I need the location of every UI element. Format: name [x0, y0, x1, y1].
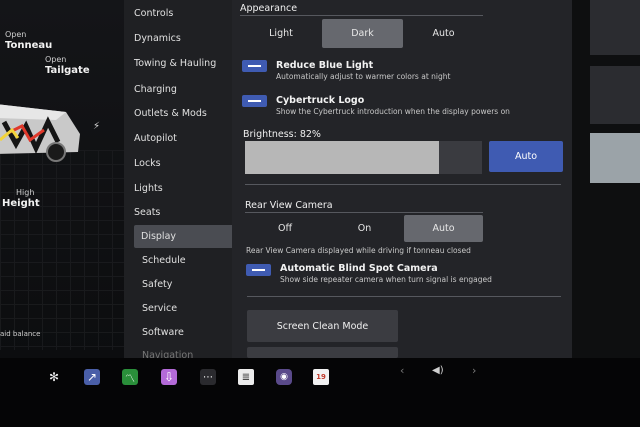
cybertruck-logo-desc: Show the Cybertruck introduction when th…: [276, 107, 510, 116]
menu-item-lights[interactable]: Lights: [134, 183, 163, 194]
brightness-auto-button[interactable]: Auto: [489, 141, 563, 172]
divider: [245, 212, 483, 213]
camera-icon[interactable]: ◉: [276, 369, 292, 385]
rear-camera-title: Rear View Camera: [245, 200, 333, 211]
rear-camera-on-option[interactable]: On: [325, 215, 404, 242]
divider: [240, 15, 483, 16]
right-panel-card: [590, 66, 640, 124]
autopilot-icon[interactable]: ↗: [84, 369, 100, 385]
cybertruck-logo-toggle[interactable]: [242, 95, 267, 107]
menu-item-safety[interactable]: Safety: [142, 279, 172, 290]
vehicle-panel: Open Tonneau Open Tailgate ⚡ High Height…: [0, 0, 124, 358]
chevron-right-icon[interactable]: ›: [472, 364, 476, 377]
menu-item-software[interactable]: Software: [142, 327, 184, 338]
divider: [247, 296, 561, 297]
calendar-icon[interactable]: 19: [313, 369, 329, 385]
brightness-label: Brightness: 82%: [243, 129, 321, 140]
rear-camera-auto-option[interactable]: Auto: [404, 215, 483, 242]
toybox-icon[interactable]: ⇩: [161, 369, 177, 385]
reduce-blue-light-desc: Automatically adjust to warmer colors at…: [276, 72, 451, 81]
tonneau-button[interactable]: Tonneau: [5, 40, 52, 51]
reduce-blue-light-toggle[interactable]: [242, 60, 267, 72]
cybertruck-image: [0, 104, 80, 162]
appearance-dark-option[interactable]: Dark: [322, 19, 403, 48]
screen-clean-mode-button[interactable]: Screen Clean Mode: [247, 310, 398, 342]
height-button[interactable]: Height: [2, 198, 40, 209]
tailgate-button[interactable]: Tailgate: [45, 65, 90, 76]
partial-button[interactable]: [247, 347, 398, 358]
chevron-left-icon[interactable]: ‹: [400, 364, 404, 377]
blind-spot-title: Automatic Blind Spot Camera: [280, 263, 438, 274]
brightness-slider[interactable]: [245, 141, 482, 174]
right-panel-card: [590, 0, 640, 55]
display-settings-panel: [232, 0, 572, 358]
menu-item-seats[interactable]: Seats: [134, 207, 160, 218]
menu-item-charging[interactable]: Charging: [134, 84, 177, 95]
menu-item-autopilot[interactable]: Autopilot: [134, 133, 177, 144]
settings-menu: Controls Dynamics Towing & Hauling Charg…: [124, 0, 242, 361]
menu-item-outlets[interactable]: Outlets & Mods: [134, 108, 207, 119]
balance-text: aid balance: [0, 330, 41, 338]
charge-port-icon[interactable]: ⚡: [93, 121, 100, 132]
appearance-auto-option[interactable]: Auto: [403, 19, 484, 48]
more-apps-icon[interactable]: ⋯: [200, 369, 216, 385]
menu-item-controls[interactable]: Controls: [134, 8, 173, 19]
tailgate-status: Open: [45, 55, 67, 64]
appearance-selector: Light Dark Auto: [240, 19, 484, 48]
menu-item-locks[interactable]: Locks: [134, 158, 161, 169]
blind-spot-toggle[interactable]: [246, 264, 271, 276]
blind-spot-desc: Show side repeater camera when turn sign…: [280, 275, 492, 284]
reduce-blue-light-title: Reduce Blue Light: [276, 60, 374, 71]
menu-item-service[interactable]: Service: [142, 303, 177, 314]
menu-item-schedule[interactable]: Schedule: [142, 255, 186, 266]
menu-item-dynamics[interactable]: Dynamics: [134, 33, 181, 44]
right-panel-card: [590, 133, 640, 183]
floor-grid: [0, 150, 124, 350]
rear-camera-off-option[interactable]: Off: [245, 215, 325, 242]
cybertruck-logo-title: Cybertruck Logo: [276, 95, 365, 106]
energy-chart-icon[interactable]: 〽: [122, 369, 138, 385]
manual-icon[interactable]: ≣: [238, 369, 254, 385]
appearance-title: Appearance: [240, 3, 298, 14]
menu-item-display[interactable]: Display: [134, 225, 234, 248]
rear-camera-desc: Rear View Camera displayed while driving…: [246, 246, 471, 255]
brightness-fill: [245, 141, 440, 174]
right-panel: [572, 0, 640, 358]
menu-item-towing[interactable]: Towing & Hauling: [134, 58, 216, 69]
volume-icon[interactable]: ◀): [432, 365, 444, 376]
fan-icon[interactable]: ✻: [46, 369, 62, 385]
appearance-light-option[interactable]: Light: [240, 19, 322, 48]
screen: Open Tonneau Open Tailgate ⚡ High Height…: [0, 0, 640, 427]
divider: [245, 184, 561, 185]
height-status: High: [16, 188, 35, 197]
tonneau-status: Open: [5, 30, 27, 39]
rear-camera-selector: Off On Auto: [245, 215, 483, 242]
